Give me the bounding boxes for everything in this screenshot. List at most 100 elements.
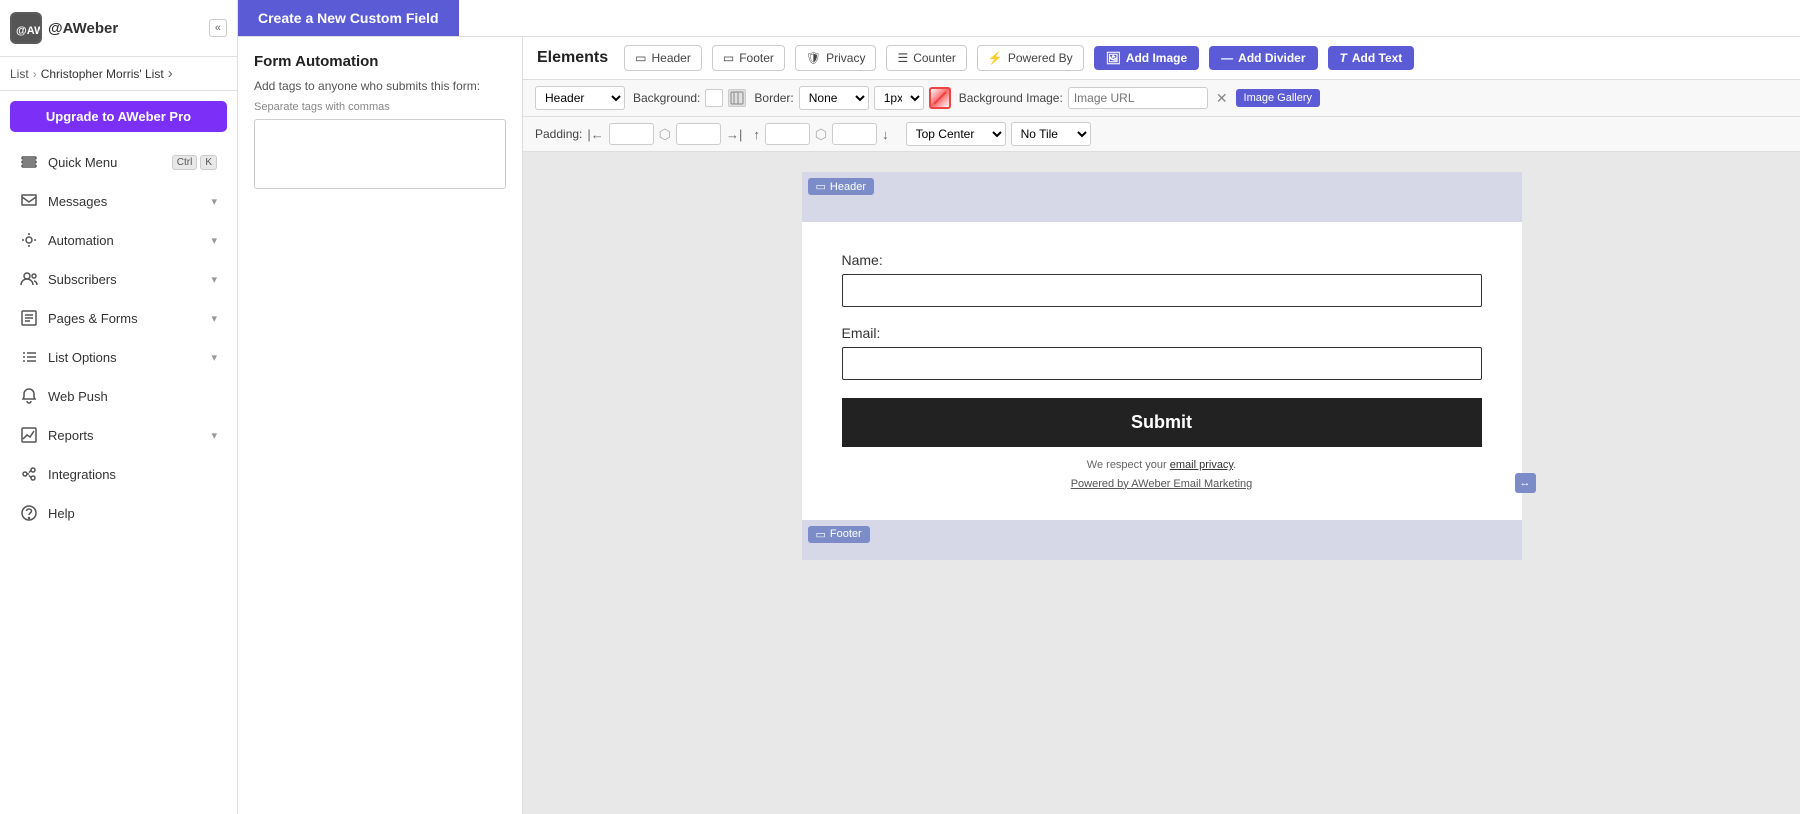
powered-by-text: Powered by AWeber Email Marketing bbox=[842, 478, 1482, 490]
tab-counter[interactable]: ☰ Counter bbox=[886, 45, 966, 71]
form-automation-desc: Add tags to anyone who submits this form… bbox=[254, 78, 506, 95]
sidebar-item-label: Help bbox=[48, 506, 75, 521]
sidebar-item-quick-menu[interactable]: Quick Menu Ctrl K bbox=[6, 143, 231, 181]
main-area: Create a New Custom Field Form Automatio… bbox=[238, 0, 1800, 814]
clear-image-button[interactable]: ✕ bbox=[1213, 90, 1231, 107]
privacy-text-before: We respect your bbox=[1087, 459, 1170, 471]
header-tab-icon: ▭ bbox=[635, 51, 646, 65]
padding-top-input[interactable]: 40 bbox=[765, 123, 810, 145]
chevron-down-icon: ▾ bbox=[211, 234, 217, 247]
chevron-down-icon: ▾ bbox=[211, 273, 217, 286]
reports-icon bbox=[20, 426, 38, 444]
sidebar-item-messages[interactable]: Messages ▾ bbox=[6, 182, 231, 220]
tab-privacy[interactable]: 🛡 Privacy bbox=[795, 45, 877, 71]
tags-input[interactable] bbox=[254, 119, 506, 189]
footer-block-text: Footer bbox=[830, 528, 862, 540]
logo-icon: @AW bbox=[10, 12, 42, 44]
tab-footer[interactable]: ▭ Footer bbox=[712, 45, 785, 71]
sidebar-item-web-push[interactable]: Web Push bbox=[6, 377, 231, 415]
sidebar-item-label: Subscribers bbox=[48, 272, 117, 287]
tab-powered-by[interactable]: ⚡ Powered By bbox=[977, 45, 1084, 71]
create-custom-field-button[interactable]: Create a New Custom Field bbox=[238, 0, 459, 36]
pad-bottom-icon: ↓ bbox=[882, 127, 889, 142]
name-label: Name: bbox=[842, 252, 1482, 268]
sidebar-item-help[interactable]: Help bbox=[6, 494, 231, 532]
background-color-swatch[interactable] bbox=[705, 89, 723, 107]
sidebar-item-label: Integrations bbox=[48, 467, 116, 482]
image-gallery-button[interactable]: Image Gallery bbox=[1236, 89, 1320, 107]
integrations-icon bbox=[20, 465, 38, 483]
privacy-text-after: . bbox=[1233, 459, 1236, 471]
sidebar-item-label: Reports bbox=[48, 428, 94, 443]
sidebar-item-integrations[interactable]: Integrations bbox=[6, 455, 231, 493]
privacy-text: We respect your email privacy. bbox=[842, 457, 1482, 474]
footer-tab-icon: ▭ bbox=[723, 51, 734, 65]
elements-title: Elements bbox=[537, 49, 608, 67]
sidebar-item-list-options[interactable]: List Options ▾ bbox=[6, 338, 231, 376]
padding-bottom-input[interactable]: 20 bbox=[832, 123, 877, 145]
chevron-down-icon: ▾ bbox=[211, 195, 217, 208]
sidebar-item-label: Messages bbox=[48, 194, 107, 209]
form-header-block[interactable]: ▭ Header bbox=[802, 172, 1522, 222]
tab-header[interactable]: ▭ Header bbox=[624, 45, 702, 71]
sidebar-item-subscribers[interactable]: Subscribers ▾ bbox=[6, 260, 231, 298]
sidebar-item-reports[interactable]: Reports ▾ bbox=[6, 416, 231, 454]
border-color-picker[interactable] bbox=[929, 87, 951, 109]
counter-tab-icon: ☰ bbox=[897, 51, 908, 65]
header-block-icon: ▭ bbox=[816, 180, 826, 193]
header-block-label: ▭ Header bbox=[808, 178, 874, 195]
privacy-tab-label: Privacy bbox=[826, 51, 865, 65]
elements-header: Elements ▭ Header ▭ Footer 🛡 Privacy ☰ C… bbox=[523, 37, 1800, 80]
add-divider-button[interactable]: — Add Divider bbox=[1209, 46, 1317, 70]
resize-handle[interactable]: ↔ bbox=[1515, 473, 1536, 493]
powered-by-link[interactable]: Powered by AWeber Email Marketing bbox=[1071, 478, 1253, 490]
section-selector[interactable]: Header bbox=[535, 86, 625, 110]
submit-button[interactable]: Submit bbox=[842, 398, 1482, 447]
chevron-down-icon: ▾ bbox=[211, 429, 217, 442]
collapse-button[interactable]: « bbox=[209, 19, 227, 37]
bg-image-label: Background Image: bbox=[959, 91, 1063, 105]
form-body: Name: Email: Submit We respect your emai… bbox=[802, 222, 1522, 520]
position-select[interactable]: Top Center bbox=[906, 122, 1006, 146]
help-icon bbox=[20, 504, 38, 522]
breadcrumb-arrow[interactable]: › bbox=[168, 65, 173, 82]
pad-right-icon: →| bbox=[726, 127, 742, 142]
tags-hint: Separate tags with commas bbox=[254, 101, 506, 113]
sidebar-header: @AW @AWeber « bbox=[0, 0, 237, 57]
name-field-group: Name: bbox=[842, 252, 1482, 307]
tile-select[interactable]: No Tile bbox=[1011, 122, 1091, 146]
email-privacy-link[interactable]: email privacy bbox=[1170, 459, 1233, 471]
elements-section: Elements ▭ Header ▭ Footer 🛡 Privacy ☰ C… bbox=[523, 37, 1800, 814]
form-footer-block[interactable]: ▭ Footer bbox=[802, 520, 1522, 560]
pad-sep1: ⬡ bbox=[659, 126, 671, 143]
upgrade-button[interactable]: Upgrade to AWeber Pro bbox=[10, 101, 227, 132]
quick-menu-icon bbox=[20, 153, 38, 171]
border-style-select[interactable]: None bbox=[799, 86, 869, 110]
email-input[interactable] bbox=[842, 347, 1482, 380]
name-input[interactable] bbox=[842, 274, 1482, 307]
email-label: Email: bbox=[842, 325, 1482, 341]
add-text-button[interactable]: T Add Text bbox=[1328, 46, 1415, 70]
breadcrumb-sep: › bbox=[33, 67, 37, 81]
padding-left-input[interactable]: 20 bbox=[609, 123, 654, 145]
messages-icon bbox=[20, 192, 38, 210]
background-texture-swatch[interactable] bbox=[728, 89, 746, 107]
sidebar-item-label: List Options bbox=[48, 350, 117, 365]
breadcrumb-list[interactable]: List bbox=[10, 67, 29, 81]
bg-image-url-input[interactable] bbox=[1068, 87, 1208, 109]
footer-block-label: ▭ Footer bbox=[808, 526, 870, 543]
logo: @AW @AWeber bbox=[10, 12, 118, 44]
sidebar-item-pages-forms[interactable]: Pages & Forms ▾ bbox=[6, 299, 231, 337]
form-automation-panel: Form Automation Add tags to anyone who s… bbox=[238, 37, 523, 814]
form-preview: ▭ Header Name: Email: bbox=[802, 172, 1522, 560]
sidebar: @AW @AWeber « List › Christopher Morris'… bbox=[0, 0, 238, 814]
border-label: Border: bbox=[754, 91, 793, 105]
padding-right-input[interactable]: 20 bbox=[676, 123, 721, 145]
powered-tab-label: Powered By bbox=[1008, 51, 1073, 65]
canvas-area: ▭ Header Name: Email: bbox=[523, 152, 1800, 814]
border-width-select[interactable]: 1px bbox=[874, 86, 924, 110]
add-image-button[interactable]: 🖼 Add Image bbox=[1094, 46, 1200, 70]
pages-forms-icon bbox=[20, 309, 38, 327]
sidebar-item-automation[interactable]: Automation ▾ bbox=[6, 221, 231, 259]
sidebar-item-label: Quick Menu bbox=[48, 155, 117, 170]
